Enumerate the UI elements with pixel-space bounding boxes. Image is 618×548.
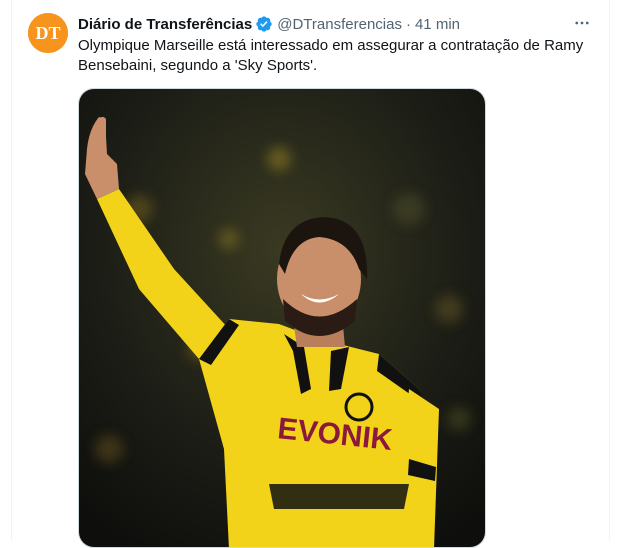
- verified-badge-icon[interactable]: [255, 15, 273, 33]
- tweet-header: Diário de Transferências @DTransferencia…: [78, 14, 594, 34]
- tweet-text: Olympique Marseille está interessado em …: [78, 37, 584, 74]
- svg-text:DT: DT: [35, 23, 60, 43]
- display-name[interactable]: Diário de Transferências: [78, 16, 252, 33]
- tweet-image[interactable]: EVONIK: [78, 88, 486, 548]
- more-options-icon[interactable]: [572, 13, 592, 33]
- timestamp[interactable]: 41 min: [415, 16, 460, 33]
- account-handle[interactable]: @DTransferencias: [277, 16, 402, 33]
- player-photo: EVONIK: [79, 89, 485, 547]
- avatar[interactable]: DT: [28, 13, 68, 53]
- club-crest-icon: [344, 392, 374, 422]
- avatar-logo-icon: DT: [28, 13, 68, 53]
- separator-dot: ·: [405, 15, 411, 33]
